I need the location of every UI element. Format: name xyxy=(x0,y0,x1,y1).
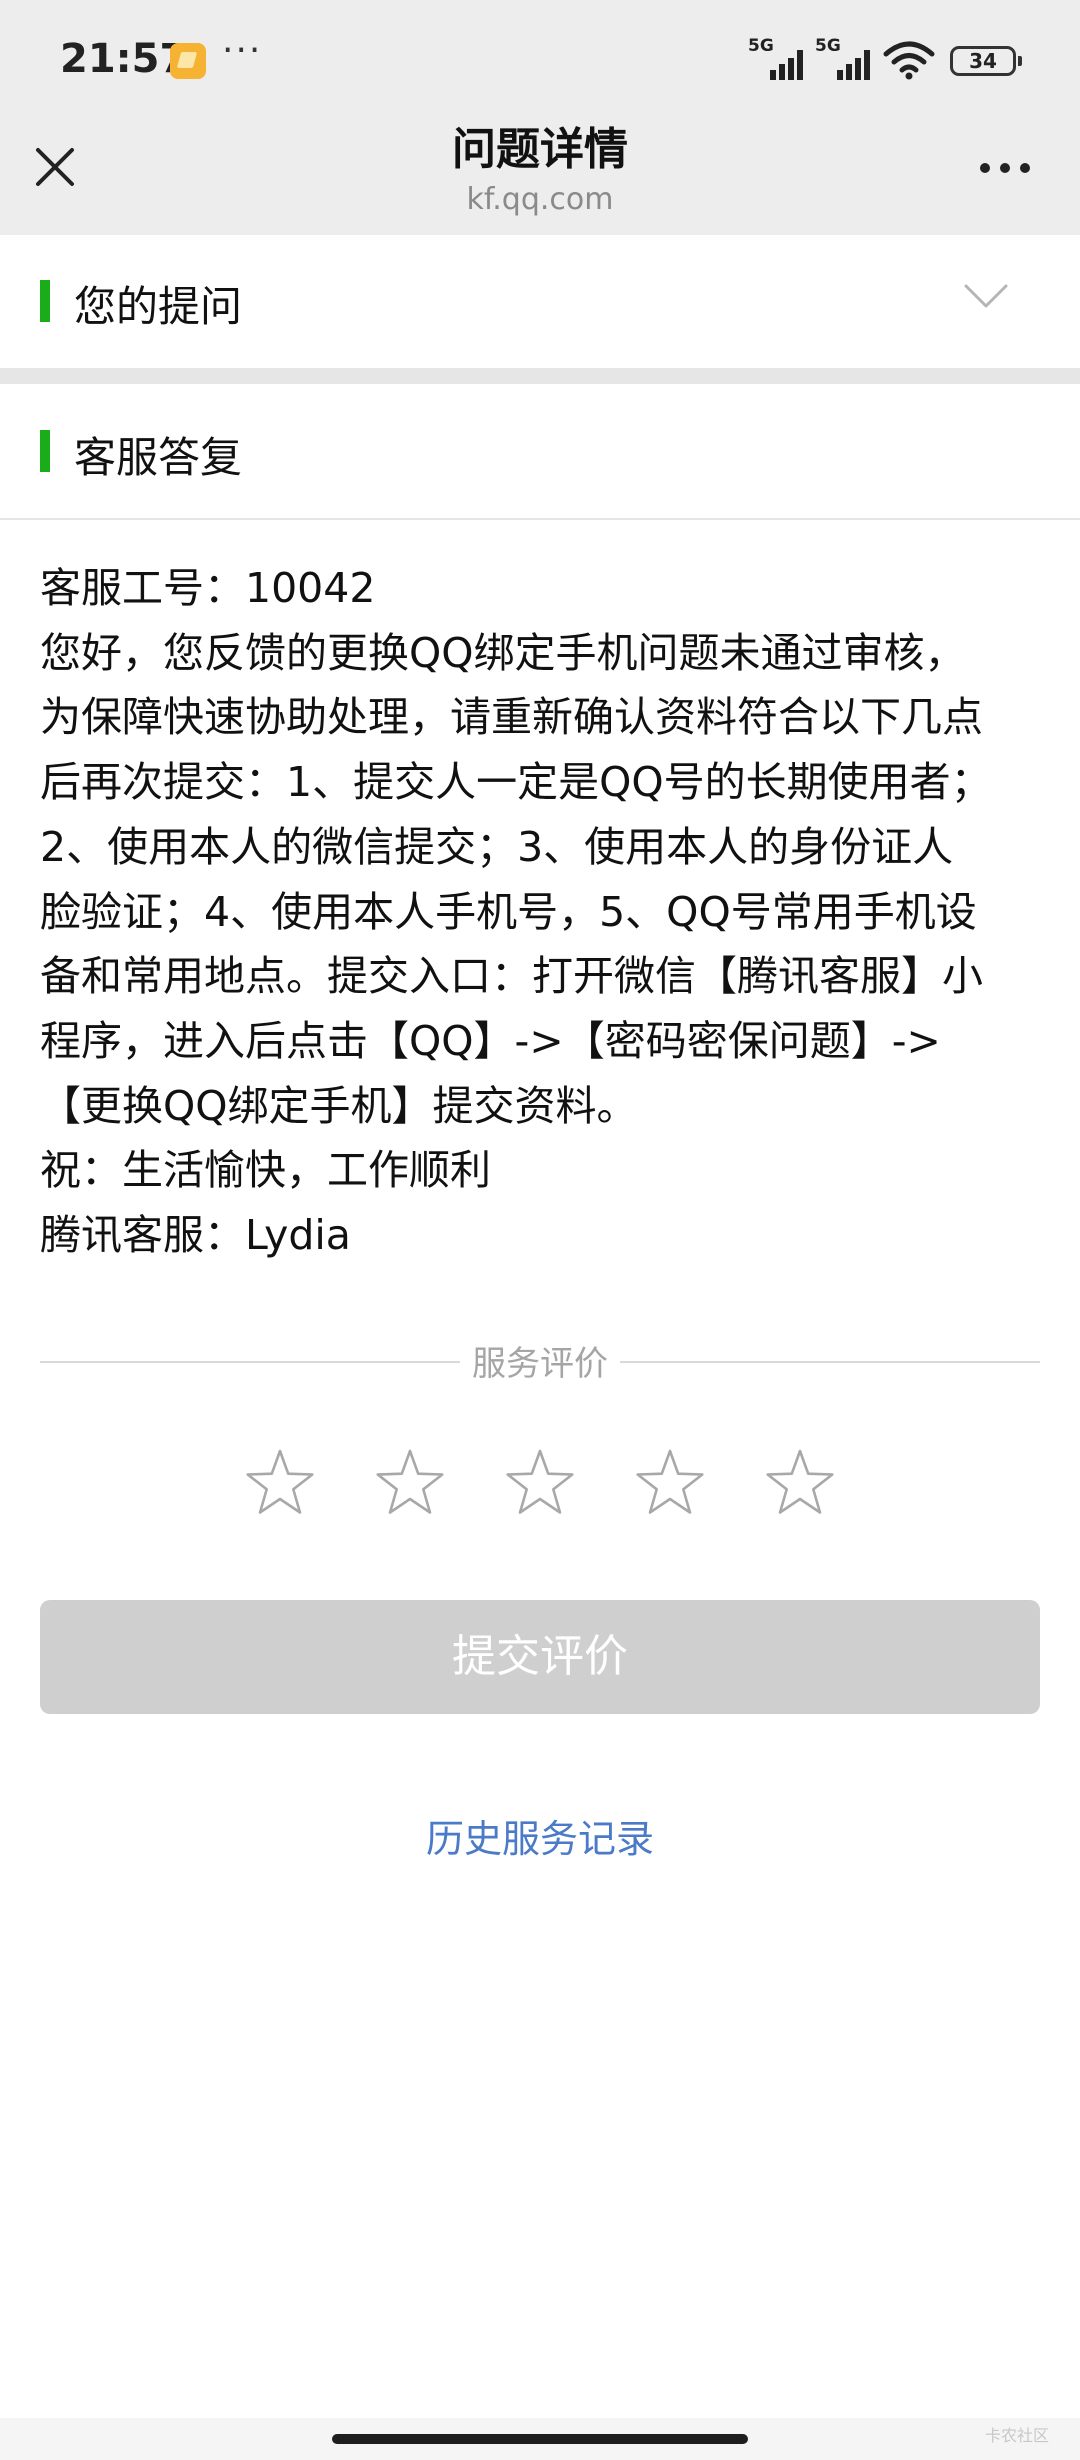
star-icon[interactable] xyxy=(242,1445,318,1521)
battery-icon: 34 xyxy=(950,46,1022,76)
home-indicator[interactable] xyxy=(332,2434,748,2444)
divider xyxy=(0,518,1080,520)
reply-line: 为保障快速协助处理，请重新确认资料符合以下几点 xyxy=(40,693,983,742)
reply-line: 2、使用本人的微信提交；3、使用本人的身份证人 xyxy=(40,822,954,871)
chevron-down-icon[interactable] xyxy=(962,282,1010,312)
signal-icon: 5G xyxy=(748,36,808,80)
reply-line: 腾讯客服：Lydia xyxy=(40,1211,351,1260)
section-accent-bar xyxy=(40,280,50,322)
network-type-label: 5G xyxy=(815,36,841,56)
reply-line: 后再次提交：1、提交人一定是QQ号的长期使用者； xyxy=(40,758,992,807)
reply-content: 客服工号：10042 您好，您反馈的更换QQ绑定手机问题未通过审核， 为保障快速… xyxy=(40,556,1050,1268)
nav-bar: 问题详情 kf.qq.com xyxy=(0,120,1080,235)
reply-line: 祝：生活愉快，工作顺利 xyxy=(40,1146,491,1195)
page-title: 问题详情 xyxy=(452,124,628,175)
reply-line: 程序，进入后点击【QQ】->【密码密保问题】-> xyxy=(40,1016,941,1065)
reply-line: 备和常用地点。提交入口：打开微信【腾讯客服】小 xyxy=(40,952,983,1001)
reply-line: 客服工号：10042 xyxy=(40,564,376,612)
rating-label: 服务评价 xyxy=(472,1344,608,1384)
star-icon[interactable] xyxy=(632,1445,708,1521)
question-section-header[interactable]: 您的提问 xyxy=(0,235,1080,368)
status-time: 21:57 xyxy=(60,36,188,82)
star-icon[interactable] xyxy=(372,1445,448,1521)
signal-icon: 5G xyxy=(815,36,875,80)
reply-section-label: 客服答复 xyxy=(74,433,243,482)
status-overflow: ··· xyxy=(222,30,263,71)
submit-rating-button[interactable]: 提交评价 xyxy=(40,1600,1040,1714)
wifi-icon xyxy=(883,41,935,80)
star-icon[interactable] xyxy=(762,1445,838,1521)
app-notification-icon xyxy=(170,43,206,79)
rating-divider-right xyxy=(620,1361,1040,1363)
history-records-link[interactable]: 历史服务记录 xyxy=(0,1808,1080,1863)
reply-line: 您好，您反馈的更换QQ绑定手机问题未通过审核， xyxy=(40,628,966,677)
star-icon[interactable] xyxy=(502,1445,578,1521)
section-accent-bar xyxy=(40,430,50,472)
reply-line: 【更换QQ绑定手机】提交资料。 xyxy=(40,1081,638,1130)
watermark: 卡农社区 xyxy=(985,2426,1050,2445)
question-section-label: 您的提问 xyxy=(74,282,243,331)
status-bar: 21:57 ··· 5G 5G 34 xyxy=(0,0,1080,120)
page-domain: kf.qq.com xyxy=(466,182,614,217)
rating-divider-left xyxy=(40,1361,460,1363)
network-type-label: 5G xyxy=(748,36,774,56)
reply-line: 脸验证；4、使用本人手机号，5、QQ号常用手机设 xyxy=(40,887,977,936)
reply-section-header: 客服答复 xyxy=(0,384,1080,518)
more-icon[interactable] xyxy=(975,150,1035,186)
star-rating xyxy=(242,1445,842,1525)
section-separator xyxy=(0,368,1080,384)
